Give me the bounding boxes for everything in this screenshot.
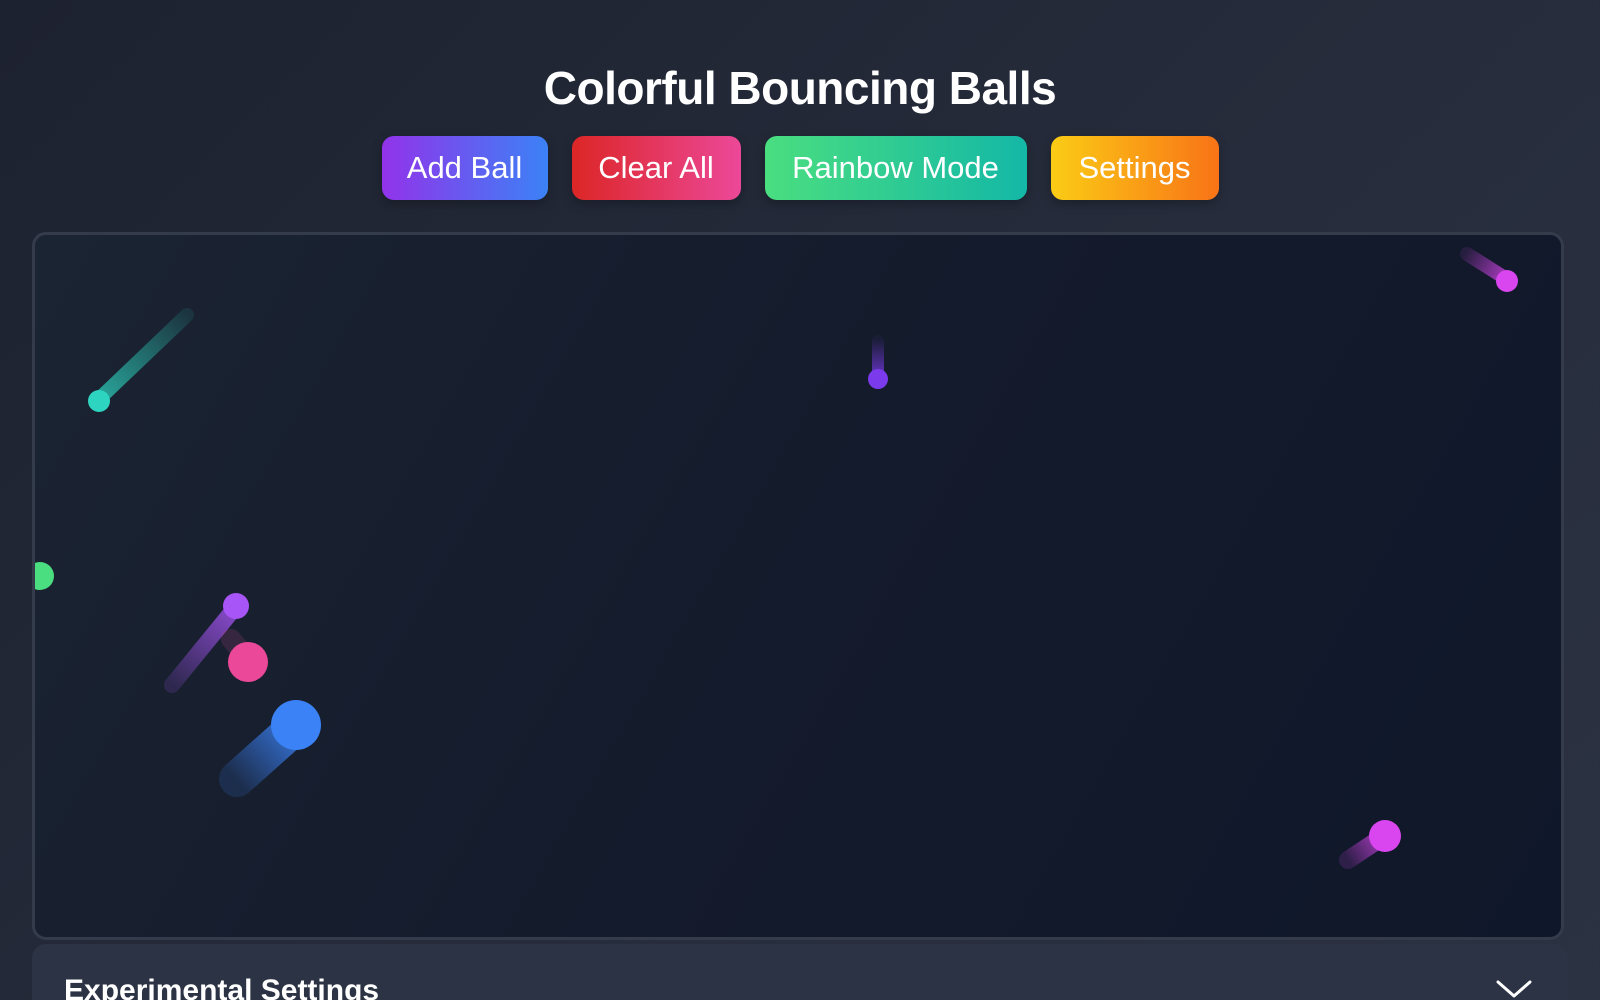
page-title: Colorful Bouncing Balls [543, 62, 1057, 114]
ball[interactable] [271, 700, 321, 750]
ball-green[interactable] [35, 562, 54, 590]
ball-magenta-top[interactable] [1460, 247, 1518, 292]
ball[interactable] [1369, 820, 1401, 852]
ball-trail [92, 308, 194, 406]
add-ball-button[interactable]: Add Ball [381, 136, 548, 200]
ball-canvas-drawing [35, 247, 1518, 869]
ball[interactable] [868, 369, 888, 389]
ball-canvas[interactable] [32, 232, 1564, 940]
ball[interactable] [1496, 270, 1518, 292]
toolbar: Add Ball Clear All Rainbow Mode Settings [0, 136, 1600, 200]
experimental-settings-panel: Experimental Settings [32, 944, 1568, 1000]
ball-blue[interactable] [219, 700, 321, 797]
ball[interactable] [35, 562, 54, 590]
ball-violet[interactable] [868, 335, 888, 389]
rainbow-mode-button[interactable]: Rainbow Mode [764, 136, 1027, 200]
settings-button[interactable]: Settings [1050, 136, 1219, 200]
clear-all-button[interactable]: Clear All [571, 136, 741, 200]
ball[interactable] [228, 642, 268, 682]
ball-pink[interactable] [221, 629, 268, 682]
ball-teal[interactable] [88, 308, 194, 412]
chevron-down-icon[interactable] [1494, 978, 1534, 1000]
experimental-settings-title[interactable]: Experimental Settings [64, 974, 379, 1000]
ball-trail [164, 601, 242, 693]
ball-magenta-bottom[interactable] [1339, 820, 1401, 869]
ball[interactable] [223, 593, 249, 619]
ball[interactable] [88, 390, 110, 412]
